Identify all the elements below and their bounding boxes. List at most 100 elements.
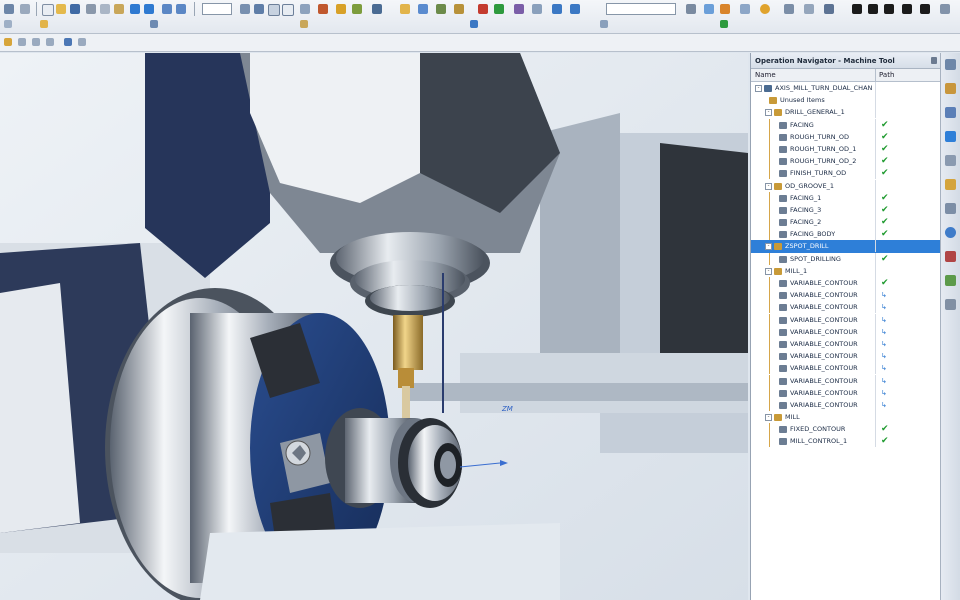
- navigator-row[interactable]: VARIABLE_CONTOUR ↳: [751, 350, 941, 363]
- section-icon[interactable]: [318, 4, 328, 14]
- column-path-header[interactable]: Path: [879, 69, 894, 81]
- navigator-row[interactable]: - AXIS_MILL_TURN_DUAL_CHANNEL: [751, 82, 941, 94]
- cut-icon[interactable]: [86, 4, 96, 14]
- pin-icon[interactable]: [931, 57, 937, 64]
- rotate-icon[interactable]: [162, 4, 172, 14]
- navigator-row[interactable]: VARIABLE_CONTOUR ↳: [751, 313, 941, 326]
- shade-icon[interactable]: [268, 4, 280, 16]
- shop-doc-icon[interactable]: [532, 4, 542, 14]
- part-navigator-icon[interactable]: [945, 107, 956, 118]
- display-icon[interactable]: [784, 4, 794, 14]
- navigator-row[interactable]: FIXED_CONTOUR ✔: [751, 423, 941, 436]
- window-icon[interactable]: [902, 4, 912, 14]
- history-icon[interactable]: [945, 203, 956, 214]
- grid-icon[interactable]: [804, 4, 814, 14]
- part-icon[interactable]: [64, 38, 72, 46]
- navigator-row[interactable]: VARIABLE_CONTOUR ↳: [751, 362, 941, 375]
- navigator-row[interactable]: VARIABLE_CONTOUR ↳: [751, 289, 941, 302]
- navigator-row[interactable]: VARIABLE_CONTOUR ↳: [751, 325, 941, 338]
- navigator-row[interactable]: FINISH_TURN_OD ✔: [751, 167, 941, 180]
- settings-icon[interactable]: [940, 4, 950, 14]
- assembly-navigator-icon[interactable]: [945, 59, 956, 70]
- navigator-row[interactable]: - OD_GROOVE_1: [751, 179, 941, 192]
- program-icon[interactable]: [454, 4, 464, 14]
- verify-icon[interactable]: [494, 4, 504, 14]
- roles-icon[interactable]: [945, 275, 956, 286]
- small-icon[interactable]: [150, 20, 158, 28]
- window-icon[interactable]: [852, 4, 862, 14]
- column-divider[interactable]: [875, 69, 876, 81]
- graphics-viewport[interactable]: ZM: [0, 53, 748, 600]
- generate-icon[interactable]: [478, 4, 488, 14]
- camera-icon[interactable]: [824, 4, 834, 14]
- edit-icon[interactable]: [372, 4, 382, 14]
- navigator-row[interactable]: - MILL: [751, 411, 941, 424]
- window-icon[interactable]: [920, 4, 930, 14]
- web-browser-icon[interactable]: [945, 227, 956, 238]
- machine-tool-icon[interactable]: [945, 155, 956, 166]
- expand-toggle-icon[interactable]: -: [765, 109, 772, 117]
- palette-icon[interactable]: [945, 251, 956, 262]
- small-icon[interactable]: [40, 20, 48, 28]
- window-icon[interactable]: [884, 4, 894, 14]
- measure-icon[interactable]: [336, 4, 346, 14]
- navigator-row[interactable]: SPOT_DRILLING ✔: [751, 252, 941, 265]
- navigator-row[interactable]: Unused Items: [751, 94, 941, 107]
- expand-toggle-icon[interactable]: -: [765, 243, 772, 251]
- system-icon[interactable]: [945, 299, 956, 310]
- small-icon[interactable]: [300, 20, 308, 28]
- navigator-row[interactable]: FACING_3 ✔: [751, 203, 941, 216]
- small-icon[interactable]: [4, 20, 12, 28]
- navigator-row[interactable]: VARIABLE_CONTOUR ↳: [751, 301, 941, 314]
- navigator-row[interactable]: FACING_BODY ✔: [751, 228, 941, 241]
- constraint-navigator-icon[interactable]: [945, 83, 956, 94]
- cursor-icon[interactable]: [686, 4, 696, 14]
- navigator-row[interactable]: ROUGH_TURN_OD_2 ✔: [751, 155, 941, 168]
- expand-toggle-icon[interactable]: -: [765, 414, 772, 422]
- redo-icon[interactable]: [144, 4, 154, 14]
- replay-icon[interactable]: [570, 4, 580, 14]
- tool-icon[interactable]: [400, 4, 410, 14]
- navigator-row[interactable]: ROUGH_TURN_OD ✔: [751, 130, 941, 143]
- navigator-row[interactable]: MILL_CONTROL_1 ✔: [751, 435, 941, 448]
- window-icon[interactable]: [868, 4, 878, 14]
- save-icon[interactable]: [70, 4, 80, 14]
- sketch-icon[interactable]: [46, 38, 54, 46]
- zoom-combo[interactable]: [202, 3, 232, 15]
- csys-icon[interactable]: [4, 38, 12, 46]
- navigator-row[interactable]: ROUGH_TURN_OD_1 ✔: [751, 142, 941, 155]
- navigator-row[interactable]: VARIABLE_CONTOUR ↳: [751, 398, 941, 411]
- postprocess-icon[interactable]: [514, 4, 524, 14]
- navigator-row[interactable]: FACING_2 ✔: [751, 216, 941, 229]
- navigator-row[interactable]: - DRILL_GENERAL_1: [751, 106, 941, 119]
- snap-icon[interactable]: [704, 4, 714, 14]
- paste-icon[interactable]: [114, 4, 124, 14]
- assembly-icon[interactable]: [78, 38, 86, 46]
- view-orient-icon[interactable]: [254, 4, 264, 14]
- operation-navigator-icon[interactable]: [945, 131, 956, 142]
- expand-toggle-icon[interactable]: -: [765, 267, 772, 275]
- view-fit-icon[interactable]: [240, 4, 250, 14]
- layer-icon[interactable]: [300, 4, 310, 14]
- navigator-row[interactable]: VARIABLE_CONTOUR ↳: [751, 374, 941, 387]
- plane-icon[interactable]: [18, 38, 26, 46]
- navigator-row[interactable]: VARIABLE_CONTOUR ↳: [751, 386, 941, 399]
- geometry-icon[interactable]: [418, 4, 428, 14]
- wireframe-icon[interactable]: [282, 4, 294, 16]
- datum-icon[interactable]: [32, 38, 40, 46]
- navigator-row[interactable]: FACING_1 ✔: [751, 191, 941, 204]
- expand-toggle-icon[interactable]: -: [755, 85, 762, 92]
- column-name-header[interactable]: Name: [755, 69, 776, 81]
- navigator-row[interactable]: FACING ✔: [751, 118, 941, 131]
- expand-toggle-icon[interactable]: -: [765, 182, 772, 190]
- analysis-icon[interactable]: [352, 4, 362, 14]
- small-icon[interactable]: [470, 20, 478, 28]
- navigator-row[interactable]: - ZSPOT_DRILL: [751, 240, 941, 253]
- help-icon[interactable]: [760, 4, 770, 14]
- simulate-icon[interactable]: [552, 4, 562, 14]
- undo-icon[interactable]: [130, 4, 140, 14]
- navigator-row[interactable]: - MILL_1: [751, 264, 941, 277]
- select-icon[interactable]: [20, 4, 30, 14]
- small-icon[interactable]: [600, 20, 608, 28]
- filter-icon[interactable]: [740, 4, 750, 14]
